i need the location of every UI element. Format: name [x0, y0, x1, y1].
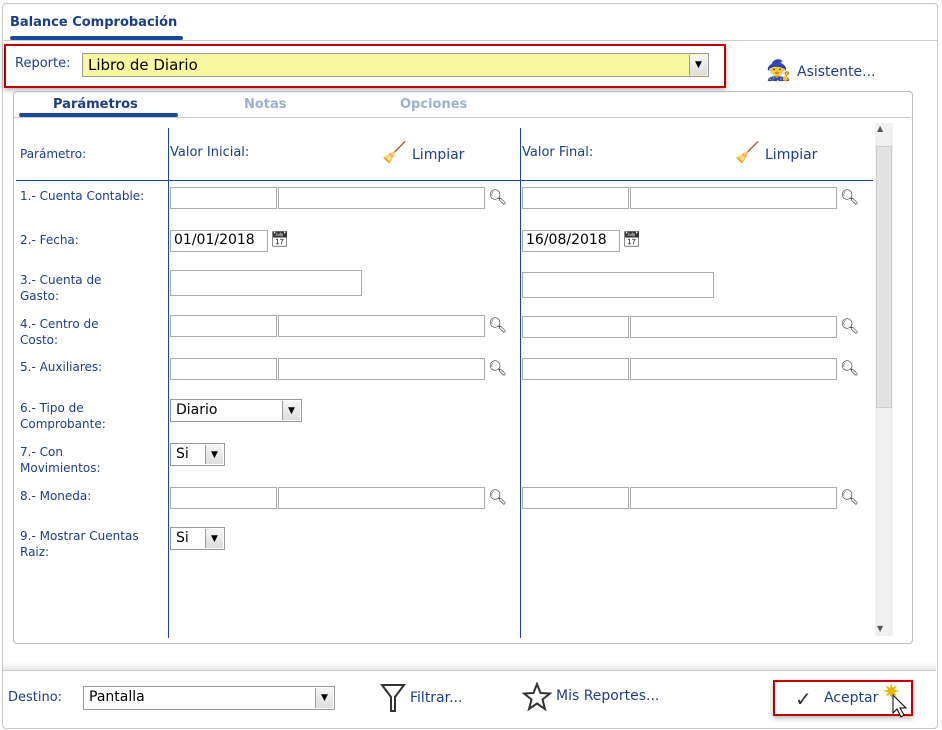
search-icon[interactable]: 🔍︎ — [488, 188, 507, 206]
show-root-accounts-select[interactable]: Si ▼ — [170, 527, 225, 550]
filter-button[interactable]: Filtrar... — [410, 690, 462, 706]
row-label: 9.- Mostrar Cuentas Raiz: — [20, 529, 139, 559]
chevron-down-icon: ▼ — [315, 688, 333, 708]
scrollbar-thumb[interactable] — [876, 146, 892, 408]
account-to-name[interactable] — [630, 187, 837, 209]
header-divider — [16, 180, 873, 181]
my-reports-button[interactable]: Mis Reportes... — [556, 688, 659, 704]
calendar-icon[interactable]: 📅︎ — [622, 230, 641, 248]
row-label: 5.- Auxiliares: — [20, 360, 103, 374]
calendar-icon[interactable]: 📅︎ — [270, 230, 289, 248]
scroll-down-icon[interactable]: ▼ — [877, 624, 883, 633]
currency-to-code[interactable] — [522, 487, 629, 509]
divider — [3, 670, 936, 671]
aux-from-code[interactable] — [170, 358, 277, 380]
cost-center-to-name[interactable] — [630, 316, 837, 338]
show-root-accounts-value: Si — [176, 530, 189, 546]
search-icon[interactable]: 🔍︎ — [488, 316, 507, 334]
cost-center-to-code[interactable] — [522, 316, 629, 338]
destination-label: Destino: — [8, 690, 63, 705]
clear-initial-button[interactable]: Limpiar — [412, 147, 464, 163]
scroll-up-icon[interactable]: ▲ — [877, 124, 883, 133]
search-icon[interactable]: 🔍︎ — [840, 188, 859, 206]
currency-from-name[interactable] — [278, 487, 485, 509]
footer-shadow — [3, 662, 936, 670]
search-icon[interactable]: 🔍︎ — [488, 488, 507, 506]
cost-center-from-name[interactable] — [278, 315, 485, 337]
date-to-input[interactable]: 16/08/2018 — [522, 230, 620, 252]
row-label: 2.- Fecha: — [20, 233, 79, 247]
destination-value: Pantalla — [89, 689, 145, 705]
wizard-button[interactable]: Asistente... — [797, 64, 875, 80]
aux-to-code[interactable] — [522, 358, 629, 380]
star-icon — [521, 681, 553, 716]
cost-center-from-code[interactable] — [170, 315, 277, 337]
account-from-code[interactable] — [170, 187, 277, 209]
row-label: 3.- Cuenta de Gasto: — [20, 273, 102, 303]
report-value: Libro de Diario — [88, 56, 198, 74]
cursor-icon — [892, 693, 908, 722]
filter-icon — [380, 683, 406, 717]
row-label: 4.- Centro de Costo: — [20, 317, 99, 347]
voucher-type-select[interactable]: Diario ▼ — [170, 399, 302, 422]
account-from-name[interactable] — [278, 187, 485, 209]
currency-to-name[interactable] — [630, 487, 837, 509]
expense-account-to[interactable] — [522, 272, 714, 298]
subtab-parametros[interactable]: Parámetros — [53, 97, 138, 112]
chevron-down-icon: ▼ — [689, 55, 707, 75]
currency-from-code[interactable] — [170, 487, 277, 509]
column-divider — [168, 128, 169, 638]
initial-header: Valor Inicial: — [170, 145, 250, 160]
checkmark-icon: ✓ — [795, 687, 812, 711]
search-icon[interactable]: 🔍︎ — [488, 359, 507, 377]
aux-from-name[interactable] — [278, 358, 485, 380]
voucher-type-value: Diario — [176, 402, 218, 418]
expense-account-from[interactable] — [170, 270, 362, 296]
broom-icon: 🧹 — [735, 140, 760, 164]
row-label: 1.- Cuenta Contable: — [20, 189, 145, 203]
row-label: 7.- Con Movimientos: — [20, 445, 101, 475]
row-label: 6.- Tipo de Comprobante: — [20, 401, 106, 431]
destination-select[interactable]: Pantalla ▼ — [83, 686, 335, 710]
row-label: 8.- Moneda: — [20, 489, 92, 503]
param-header: Parámetro: — [20, 147, 87, 161]
with-movements-select[interactable]: Si ▼ — [170, 443, 225, 466]
account-to-code[interactable] — [522, 187, 629, 209]
accept-label: Aceptar — [824, 690, 879, 706]
subtab-notas[interactable]: Notas — [244, 97, 287, 112]
divider — [14, 117, 911, 118]
final-header: Valor Final: — [522, 145, 594, 160]
subtab-opciones[interactable]: Opciones — [400, 97, 467, 112]
report-select[interactable]: Libro de Diario ▼ — [82, 53, 709, 77]
wizard-icon: 🧙 — [766, 58, 791, 82]
search-icon[interactable]: 🔍︎ — [840, 359, 859, 377]
with-movements-value: Si — [176, 446, 189, 462]
divider — [3, 40, 937, 41]
tab-balance-comprobacion[interactable]: Balance Comprobación — [10, 15, 177, 30]
report-label: Reporte: — [15, 56, 71, 71]
date-from-input[interactable]: 01/01/2018 — [170, 230, 268, 252]
chevron-down-icon: ▼ — [282, 401, 300, 420]
search-icon[interactable]: 🔍︎ — [840, 488, 859, 506]
chevron-down-icon: ▼ — [205, 445, 223, 464]
aux-to-name[interactable] — [630, 358, 837, 380]
clear-final-button[interactable]: Limpiar — [765, 147, 817, 163]
column-divider — [520, 128, 521, 638]
search-icon[interactable]: 🔍︎ — [840, 317, 859, 335]
chevron-down-icon: ▼ — [205, 529, 223, 548]
broom-icon: 🧹 — [382, 140, 407, 164]
